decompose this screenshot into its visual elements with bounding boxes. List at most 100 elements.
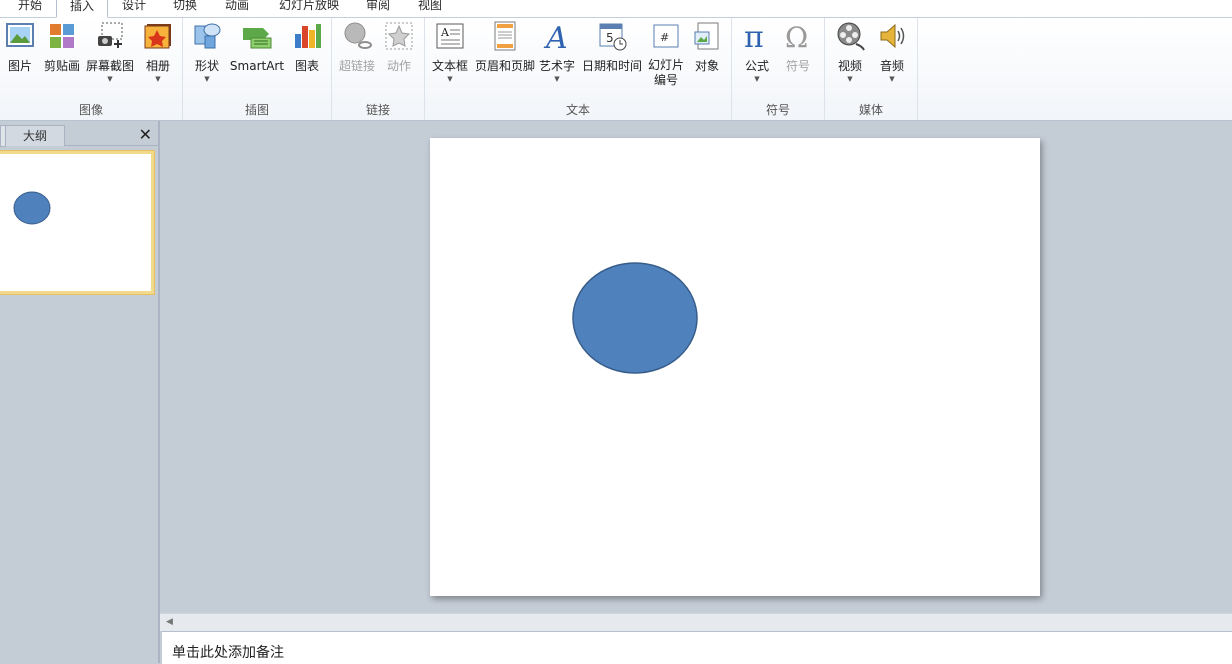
hyperlink-button[interactable]: 超链接 xyxy=(336,20,378,74)
speaker-icon xyxy=(880,23,905,49)
slide-canvas[interactable] xyxy=(430,138,1040,596)
group-link: 超链接 动作 链接 xyxy=(332,18,425,120)
video-button[interactable]: 视频 ▼ xyxy=(831,20,869,84)
slide-svg xyxy=(572,262,698,374)
tab-outline[interactable]: 大纲 xyxy=(5,125,65,146)
textbox-icon: A xyxy=(436,23,464,49)
thumbnail-ellipse xyxy=(13,191,51,225)
chevron-down-icon: ▼ xyxy=(204,75,210,83)
wordart-button[interactable]: A 艺术字 ▼ xyxy=(537,20,577,84)
notes-pane[interactable]: 单击此处添加备注 xyxy=(162,631,1232,664)
wordart-icon: A xyxy=(543,21,568,52)
group-label-media: 媒体 xyxy=(858,103,883,117)
tab-home[interactable]: 开始 xyxy=(8,0,52,16)
tab-design[interactable]: 设计 xyxy=(112,0,156,16)
ribbon: 图片 剪贴画 屏幕截图 ▼ 相册 ▼ 图像 形状 ▼ SmartArt 图表 插… xyxy=(0,18,1232,121)
slides-outline-panel: 大纲 ✕ xyxy=(0,121,160,663)
chevron-down-icon: ▼ xyxy=(447,75,453,83)
smartart-icon xyxy=(243,28,272,49)
album-label: 相册 xyxy=(145,59,170,73)
globe-link-icon xyxy=(344,22,372,49)
shapes-icon xyxy=(194,23,221,49)
slide-editing-area xyxy=(160,121,1232,613)
slide-thumbnail[interactable] xyxy=(0,151,154,294)
group-symbols: π 公式 ▼ Ω 符号 符号 xyxy=(732,18,825,120)
chevron-down-icon: ▼ xyxy=(754,75,760,83)
header-footer-button[interactable]: 页眉和页脚 xyxy=(473,20,537,74)
clipart-button[interactable]: 剪贴画 xyxy=(42,20,82,74)
header-footer-label: 页眉和页脚 xyxy=(474,59,535,73)
group-image: 图片 剪贴画 屏幕截图 ▼ 相册 ▼ 图像 xyxy=(0,18,183,120)
slide-number-button[interactable]: # 幻灯片 编号 xyxy=(645,20,687,88)
object-icon xyxy=(694,22,719,50)
group-illustration: 形状 ▼ SmartArt 图表 插图 xyxy=(183,18,332,120)
slide-number-label: 幻灯片 编号 xyxy=(647,58,684,87)
picture-button[interactable]: 图片 xyxy=(2,20,38,74)
calendar-clock-icon: 5 xyxy=(599,23,627,51)
group-label-illustration: 插图 xyxy=(244,103,269,117)
thumbnail-canvas xyxy=(13,191,51,225)
chevron-down-icon: ▼ xyxy=(554,75,560,83)
panel-tabs: 大纲 ✕ xyxy=(0,123,158,147)
ribbon-tab-bar: 开始 插入 设计 切换 动画 幻灯片放映 审阅 视图 xyxy=(0,0,1232,18)
audio-label: 音频 xyxy=(879,59,904,73)
video-label: 视频 xyxy=(837,59,862,73)
svg-text:A: A xyxy=(440,26,450,39)
scroll-left-icon[interactable]: ◀ xyxy=(166,617,173,627)
chart-button[interactable]: 图表 xyxy=(289,20,325,74)
group-media: 视频 ▼ 音频 ▼ 媒体 xyxy=(825,18,918,120)
wordart-label: 艺术字 xyxy=(538,59,575,73)
tab-animations[interactable]: 动画 xyxy=(215,0,259,16)
svg-text:#: # xyxy=(660,31,669,44)
smartart-label: SmartArt xyxy=(229,59,285,73)
notes-placeholder: 单击此处添加备注 xyxy=(172,645,284,661)
omega-icon: Ω xyxy=(785,21,808,52)
clipart-label: 剪贴画 xyxy=(43,59,80,73)
svg-text:π: π xyxy=(744,20,764,52)
action-button[interactable]: 动作 xyxy=(382,20,416,74)
datetime-button[interactable]: 5 日期和时间 xyxy=(579,20,645,74)
chevron-down-icon: ▼ xyxy=(847,75,853,83)
tab-insert[interactable]: 插入 xyxy=(56,0,108,18)
smartart-button[interactable]: SmartArt xyxy=(229,20,285,74)
album-icon xyxy=(144,24,171,49)
symbol-label: 符号 xyxy=(785,59,810,73)
group-label-image: 图像 xyxy=(78,103,103,117)
ellipse-shape[interactable] xyxy=(572,262,698,374)
tab-slideshow[interactable]: 幻灯片放映 xyxy=(270,0,348,16)
chart-icon xyxy=(295,24,321,48)
screenshot-label: 屏幕截图 xyxy=(85,59,134,73)
horizontal-scrollbar[interactable]: ◀ xyxy=(160,613,1232,631)
chevron-down-icon: ▼ xyxy=(889,75,895,83)
equation-label: 公式 xyxy=(744,59,769,73)
header-footer-icon xyxy=(494,21,516,51)
close-icon[interactable]: ✕ xyxy=(139,126,152,144)
tab-view[interactable]: 视图 xyxy=(408,0,452,16)
equation-button[interactable]: π 公式 ▼ xyxy=(738,20,776,84)
hash-icon: # xyxy=(653,24,679,48)
screenshot-icon xyxy=(98,22,123,48)
chevron-down-icon: ▼ xyxy=(155,75,161,83)
audio-button[interactable]: 音频 ▼ xyxy=(873,20,911,84)
screenshot-button[interactable]: 屏幕截图 ▼ xyxy=(85,20,135,84)
tab-transitions[interactable]: 切换 xyxy=(163,0,207,16)
textbox-label: 文本框 xyxy=(431,59,468,73)
symbol-button[interactable]: Ω 符号 xyxy=(780,20,816,74)
group-label-text: 文本 xyxy=(565,103,590,117)
shapes-button[interactable]: 形状 ▼ xyxy=(189,20,225,84)
group-label-symbols: 符号 xyxy=(765,103,790,117)
hyperlink-label: 超链接 xyxy=(338,59,375,73)
picture-icon xyxy=(6,23,34,47)
group-label-link: 链接 xyxy=(365,103,390,117)
textbox-button[interactable]: A 文本框 ▼ xyxy=(429,20,471,84)
album-button[interactable]: 相册 ▼ xyxy=(140,20,176,84)
chevron-down-icon: ▼ xyxy=(107,75,113,83)
clipart-icon xyxy=(50,24,74,48)
datetime-label: 日期和时间 xyxy=(581,59,642,73)
svg-text:A: A xyxy=(543,21,568,52)
object-label: 对象 xyxy=(694,59,719,73)
object-button[interactable]: 对象 xyxy=(689,20,725,74)
tab-review[interactable]: 审阅 xyxy=(356,0,400,16)
svg-text:5: 5 xyxy=(606,31,614,45)
action-label: 动作 xyxy=(386,59,411,73)
